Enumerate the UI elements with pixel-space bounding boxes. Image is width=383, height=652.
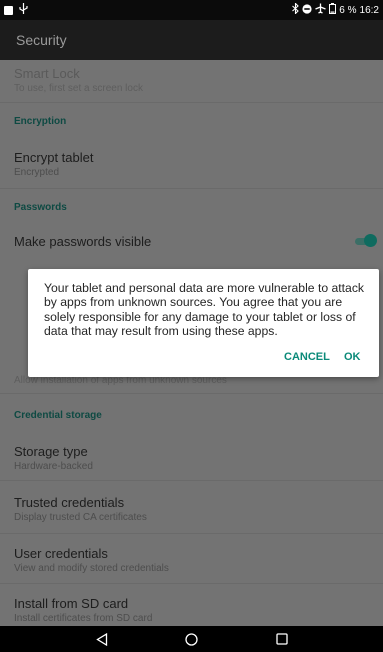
do-not-disturb-icon [302,3,312,17]
home-icon[interactable] [147,632,237,646]
smart-lock-title: Smart Lock [14,66,80,81]
trusted-credentials-title: Trusted credentials [14,495,125,510]
back-icon[interactable] [57,632,147,646]
bluetooth-icon [292,2,300,17]
airplane-icon [315,3,327,17]
smart-lock-subtitle: To use, first set a screen lock [14,83,143,94]
user-credentials-item[interactable]: User credentials View and modify stored … [0,546,383,574]
usb-icon [19,3,28,17]
unknown-sources-dialog: Your tablet and personal data are more v… [28,269,379,377]
make-passwords-visible-item[interactable]: Make passwords visible [0,234,383,249]
make-passwords-visible-title: Make passwords visible [14,234,152,249]
storage-type-item[interactable]: Storage type Hardware-backed [0,444,383,472]
smart-lock-item[interactable]: Smart Lock To use, first set a screen lo… [0,66,383,94]
cancel-button[interactable]: CANCEL [284,351,330,363]
user-credentials-subtitle: View and modify stored credentials [14,563,169,574]
status-bar: 6 % 16:2 [0,0,383,20]
battery-icon [329,3,337,17]
divider [0,102,383,103]
storage-type-title: Storage type [14,444,88,459]
section-header-passwords: Passwords [14,202,67,213]
navigation-bar [0,626,383,652]
divider [0,583,383,584]
page-title: Security [16,32,67,48]
storage-type-subtitle: Hardware-backed [14,461,93,472]
dialog-message: Your tablet and personal data are more v… [44,281,365,339]
encrypt-tablet-title: Encrypt tablet [14,150,94,165]
user-credentials-title: User credentials [14,546,108,561]
encrypt-tablet-item[interactable]: Encrypt tablet Encrypted [0,150,383,178]
ok-button[interactable]: OK [344,351,361,363]
trusted-credentials-item[interactable]: Trusted credentials Display trusted CA c… [0,495,383,523]
divider [0,188,383,189]
toggle-thumb [364,234,377,247]
install-sd-card-item[interactable]: Install from SD card Install certificate… [0,596,383,624]
section-header-credential-storage: Credential storage [14,410,102,421]
app-bar: Security [0,20,383,60]
divider [0,533,383,534]
make-passwords-visible-toggle[interactable] [355,234,377,248]
trusted-credentials-subtitle: Display trusted CA certificates [14,512,147,523]
install-sd-card-title: Install from SD card [14,596,129,611]
section-header-encryption: Encryption [14,116,67,127]
divider [0,480,383,481]
divider [0,393,383,394]
clock: 16:2 [359,4,379,16]
install-sd-card-subtitle: Install certificates from SD card [14,613,153,624]
recents-icon[interactable] [237,633,327,645]
battery-percent: 6 % [339,4,357,16]
encrypt-tablet-subtitle: Encrypted [14,167,60,178]
notification-square-icon [4,5,13,15]
